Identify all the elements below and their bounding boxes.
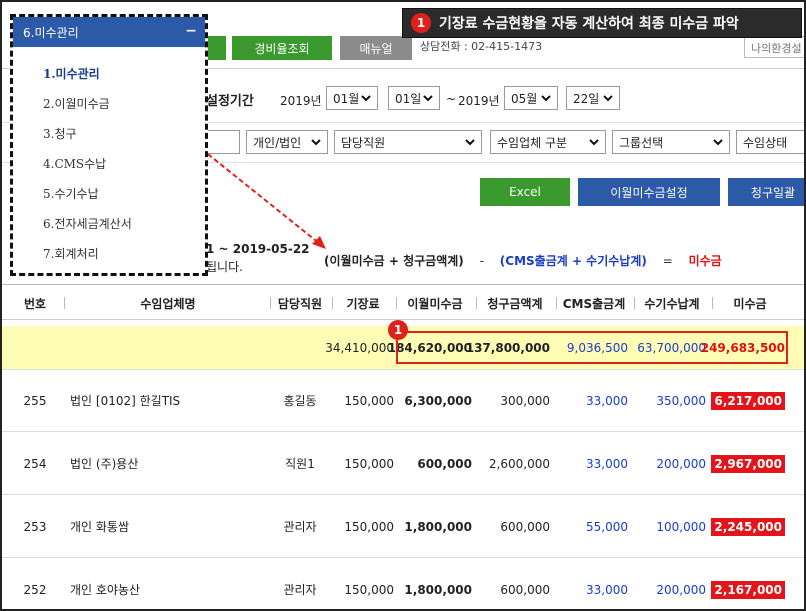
menu-header-label: 6.미수관리 (23, 25, 79, 40)
callout-banner-badge: 1 (411, 13, 431, 33)
menu-item-accounting[interactable]: 7.회계처리 (43, 245, 99, 262)
callout-text: 기장료 수금현황을 자동 계산하여 최종 미수금 파악 (439, 16, 739, 32)
app-window: 경비율조회 매뉴얼 상담전화 : 02-415-1473 나의환경설 설정기간 … (0, 0, 806, 611)
menu-item-cms[interactable]: 4.CMS수납 (43, 155, 106, 172)
menu-item-unpaid-mgmt[interactable]: 1.미수관리 (43, 65, 100, 82)
collapse-icon[interactable]: − (185, 23, 197, 39)
menu-item-manual-payment[interactable]: 5.수기수납 (43, 185, 99, 202)
callout-banner: 1 기장료 수금현황을 자동 계산하여 최종 미수금 파악 (402, 8, 802, 38)
menu-item-billing[interactable]: 3.청구 (43, 125, 77, 142)
menu-item-carryover[interactable]: 2.이월미수금 (43, 95, 110, 112)
menu-item-e-tax-invoice[interactable]: 6.전자세금계산서 (43, 215, 132, 232)
menu-header[interactable]: 6.미수관리 − (13, 17, 205, 47)
side-menu: 6.미수관리 − 1.미수관리 2.이월미수금 3.청구 4.CMS수납 5.수… (10, 14, 208, 276)
